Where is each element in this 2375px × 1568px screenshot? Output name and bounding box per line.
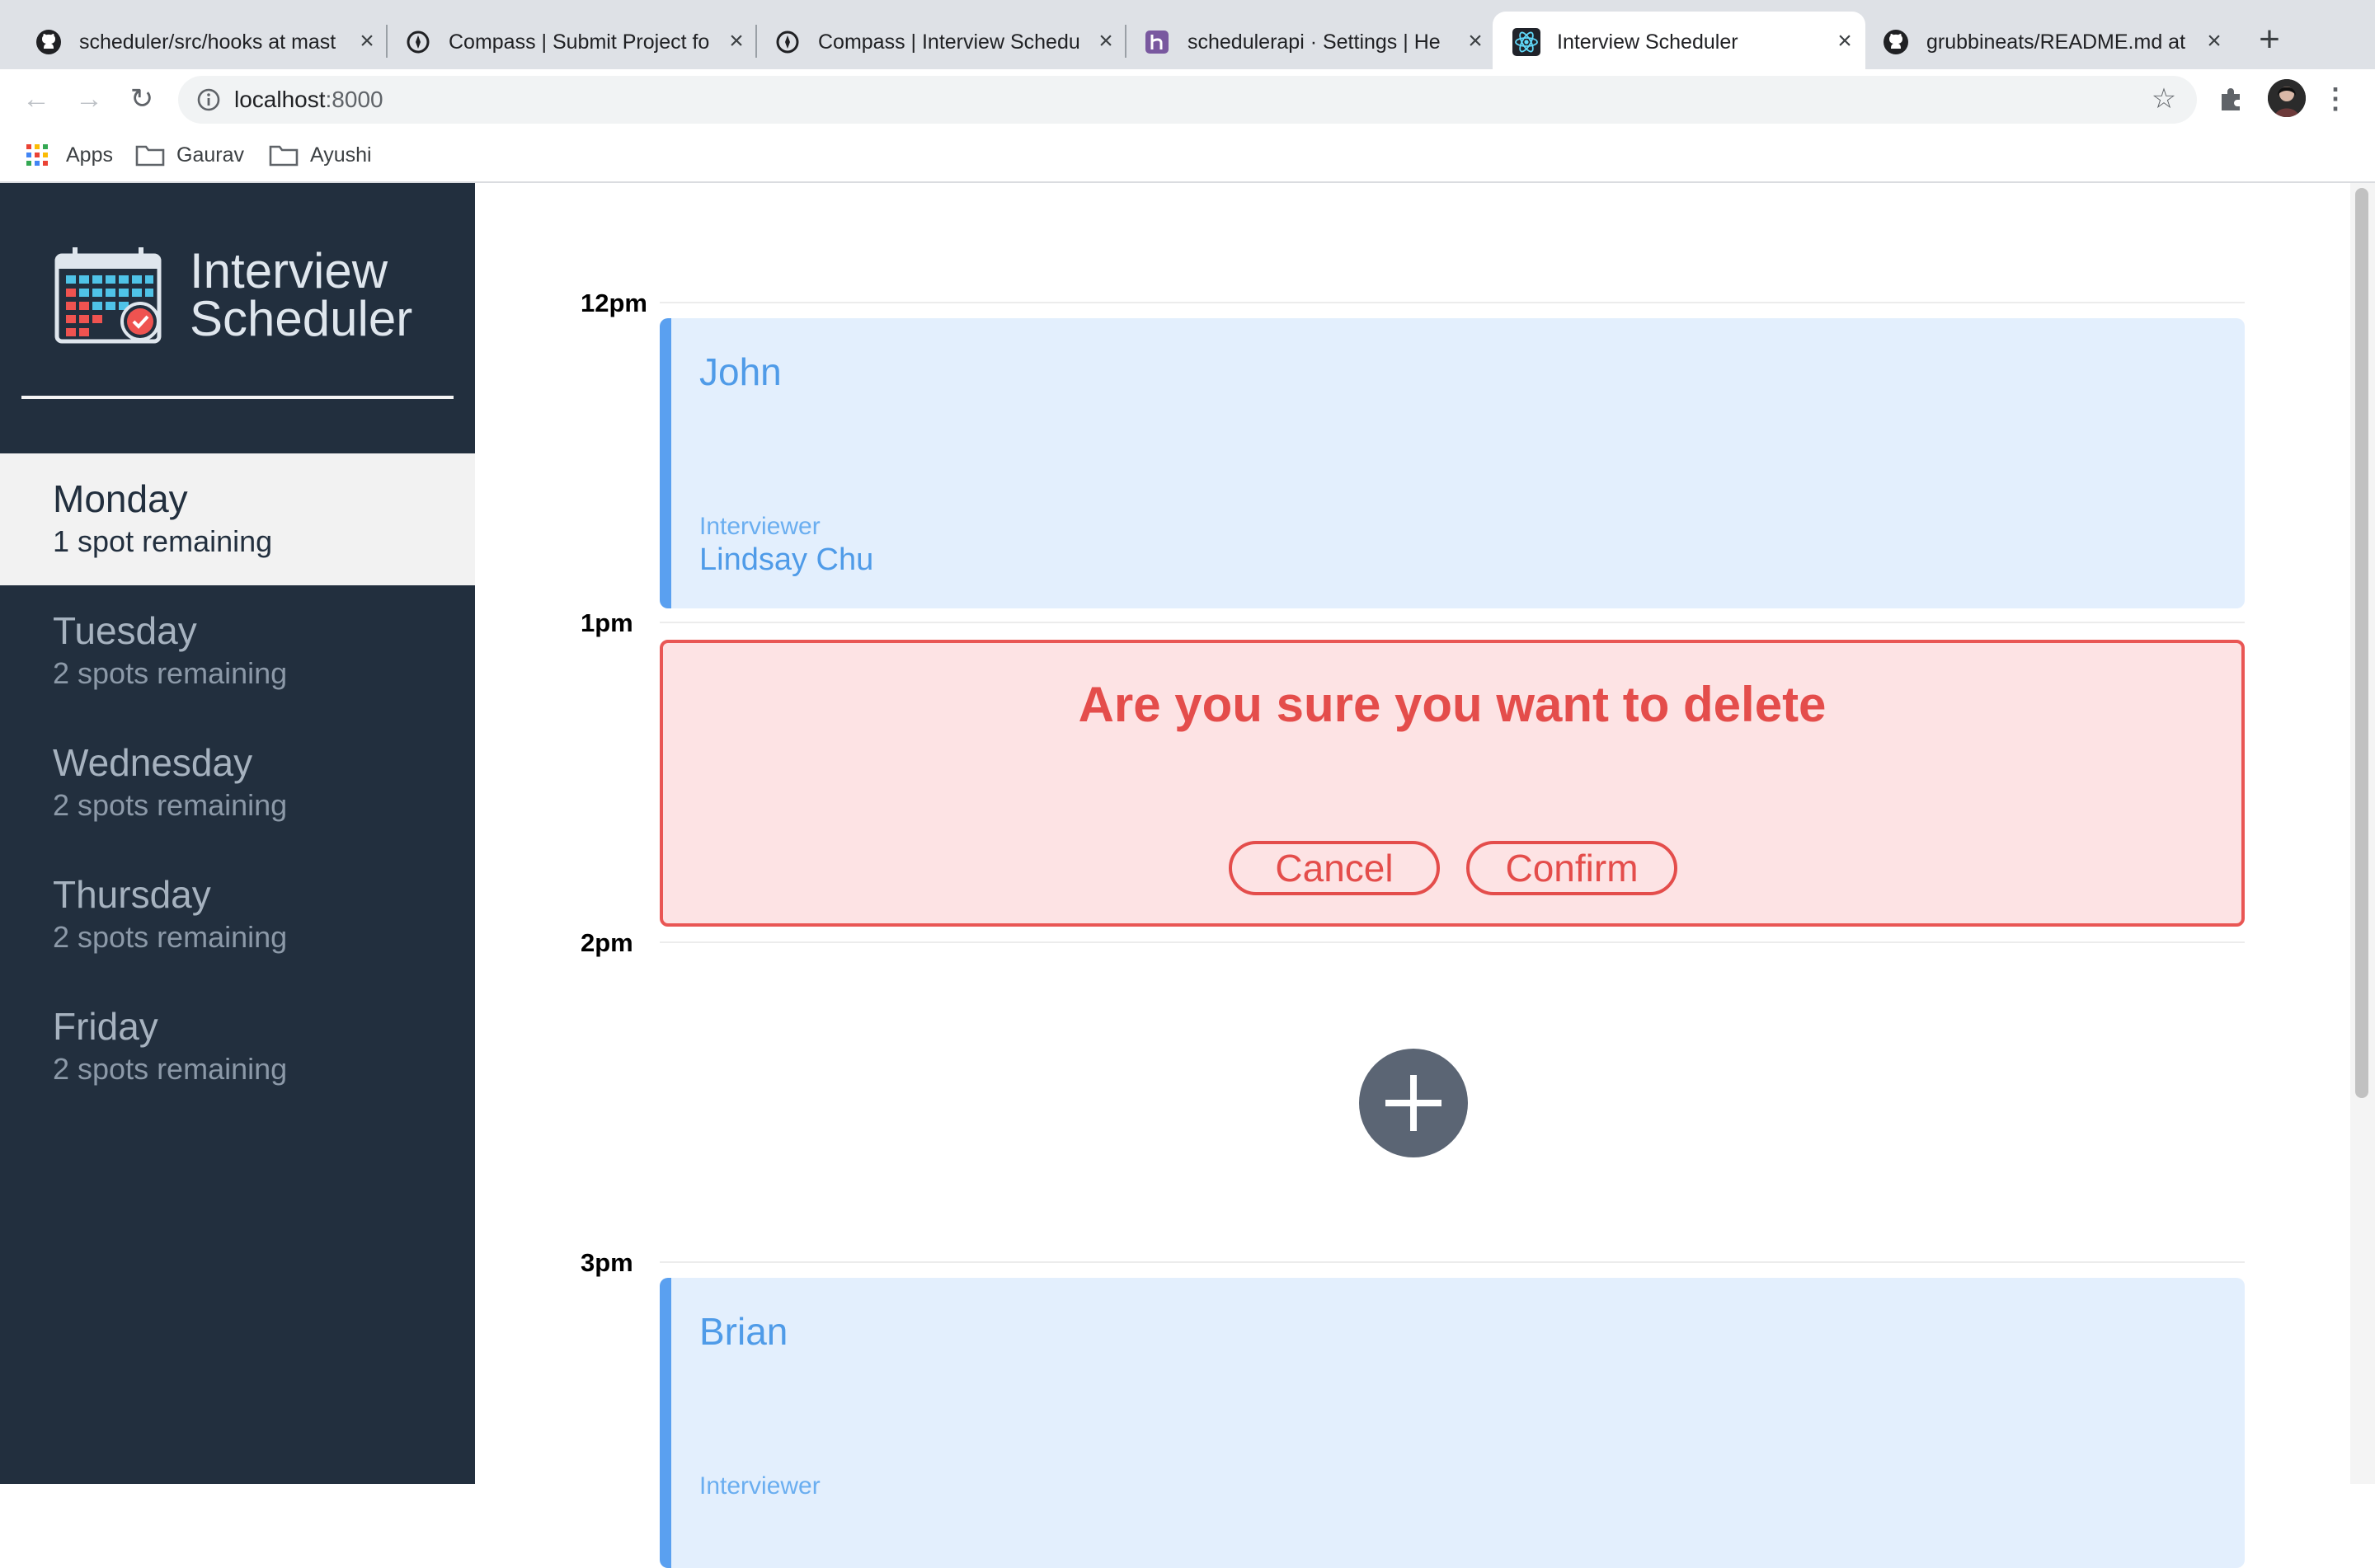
back-arrow-icon[interactable]: ← bbox=[18, 81, 54, 117]
app-title: Interview Scheduler bbox=[190, 243, 413, 346]
appointment-card[interactable]: John Interviewer Lindsay Chu bbox=[660, 318, 2245, 608]
app-title-line1: Interview bbox=[190, 243, 388, 298]
bookmark-star-icon[interactable]: ☆ bbox=[2147, 82, 2180, 115]
day-name: Wednesday bbox=[53, 741, 253, 784]
github-icon bbox=[35, 28, 63, 56]
day-spots: 2 spots remaining bbox=[53, 788, 288, 822]
apps-grid-icon bbox=[25, 143, 54, 167]
day-spots: 2 spots remaining bbox=[53, 656, 288, 690]
bookmark-folder-ayushi[interactable]: Ayushi bbox=[269, 138, 372, 171]
sidebar-divider bbox=[21, 396, 454, 399]
bookmark-folder-gaurav[interactable]: Gaurav bbox=[135, 138, 244, 171]
cancel-button[interactable]: Cancel bbox=[1229, 841, 1440, 895]
add-appointment-button[interactable] bbox=[1359, 1049, 1468, 1157]
tab-title: scheduler/src/hooks at mast bbox=[79, 31, 336, 54]
tab-title: grubbineats/README.md at bbox=[1926, 31, 2186, 54]
bookmark-label: Gaurav bbox=[176, 143, 244, 167]
interviewer-name: Lindsay Chu bbox=[699, 542, 874, 577]
calendar-logo-icon bbox=[54, 246, 163, 346]
slot-divider bbox=[660, 622, 2245, 623]
close-tab-icon[interactable]: × bbox=[1831, 27, 1859, 55]
interviewer-label: Interviewer bbox=[699, 513, 821, 540]
app-title-line2: Scheduler bbox=[190, 291, 413, 346]
student-name: Brian bbox=[699, 1310, 788, 1353]
forward-arrow-icon[interactable]: → bbox=[71, 81, 107, 117]
browser-menu-icon[interactable]: ⋮ bbox=[2319, 82, 2352, 115]
tab-title: Compass | Submit Project fo bbox=[449, 31, 710, 54]
url-host: localhost bbox=[234, 87, 326, 112]
compass-icon bbox=[774, 28, 802, 56]
confirm-message: Are you sure you want to delete bbox=[1078, 677, 1827, 732]
compass-icon bbox=[404, 28, 432, 56]
slot-divider bbox=[660, 941, 2245, 943]
profile-avatar[interactable] bbox=[2268, 79, 2306, 117]
day-item-thursday[interactable]: Thursday 2 spots remaining bbox=[0, 849, 475, 981]
bookmark-label: Ayushi bbox=[310, 143, 372, 167]
folder-icon bbox=[269, 143, 299, 167]
close-tab-icon[interactable]: × bbox=[2200, 27, 2228, 55]
interviewer-label: Interviewer bbox=[699, 1472, 821, 1500]
time-label: 1pm bbox=[581, 608, 633, 637]
new-tab-icon[interactable]: + bbox=[2251, 21, 2288, 58]
site-info-icon[interactable] bbox=[195, 86, 223, 114]
day-name: Thursday bbox=[53, 873, 211, 916]
bookmark-label: Apps bbox=[66, 143, 113, 167]
day-item-tuesday[interactable]: Tuesday 2 spots remaining bbox=[0, 585, 475, 717]
bookmark-apps[interactable]: Apps bbox=[25, 138, 113, 171]
plus-icon bbox=[1385, 1075, 1441, 1131]
tab-title: Compass | Interview Schedu bbox=[818, 31, 1080, 54]
close-tab-icon[interactable]: × bbox=[1461, 27, 1489, 55]
browser-tab[interactable]: Compass | Interview Schedu × bbox=[754, 12, 1126, 69]
slot-divider bbox=[660, 302, 2245, 303]
browser-toolbar: ← → ↻ localhost:8000 ☆ ⋮ bbox=[0, 69, 2375, 129]
github-icon bbox=[1882, 28, 1910, 56]
browser-tab-active[interactable]: Interview Scheduler × bbox=[1493, 12, 1865, 69]
tab-title: Interview Scheduler bbox=[1557, 31, 1738, 54]
react-icon bbox=[1512, 28, 1540, 56]
day-spots: 1 spot remaining bbox=[53, 524, 273, 558]
close-tab-icon[interactable]: × bbox=[353, 27, 381, 55]
folder-icon bbox=[135, 143, 165, 167]
address-bar[interactable]: localhost:8000 ☆ bbox=[178, 76, 2197, 124]
day-item-wednesday[interactable]: Wednesday 2 spots remaining bbox=[0, 717, 475, 849]
time-label: 3pm bbox=[581, 1248, 633, 1277]
browser-tab[interactable]: grubbineats/README.md at × bbox=[1862, 12, 2235, 69]
student-name: John bbox=[699, 350, 782, 393]
day-item-monday[interactable]: Monday 1 spot remaining bbox=[0, 453, 475, 585]
browser-tab[interactable]: Compass | Submit Project fo × bbox=[384, 12, 757, 69]
day-name: Friday bbox=[53, 1005, 158, 1048]
scrollbar-thumb[interactable] bbox=[2355, 188, 2368, 1098]
bookmarks-bar: Apps Gaurav Ayushi bbox=[0, 129, 2375, 183]
browser-tab[interactable]: scheduler/src/hooks at mast × bbox=[15, 12, 388, 69]
day-name: Monday bbox=[53, 477, 188, 520]
sidebar: Interview Scheduler Monday 1 spot remain… bbox=[0, 183, 475, 1484]
delete-confirmation: Are you sure you want to delete Cancel C… bbox=[660, 640, 2245, 927]
close-tab-icon[interactable]: × bbox=[1092, 27, 1120, 55]
brand: Interview Scheduler bbox=[54, 242, 450, 350]
day-spots: 2 spots remaining bbox=[53, 1052, 288, 1086]
time-label: 12pm bbox=[581, 289, 647, 317]
heroku-icon bbox=[1143, 28, 1171, 56]
day-name: Tuesday bbox=[53, 609, 197, 652]
url-port: :8000 bbox=[325, 87, 383, 112]
browser-tab-strip: scheduler/src/hooks at mast × Compass | … bbox=[0, 0, 2375, 69]
time-label: 2pm bbox=[581, 928, 633, 957]
tab-title: schedulerapi · Settings | He bbox=[1188, 31, 1441, 54]
close-tab-icon[interactable]: × bbox=[722, 27, 750, 55]
extensions-puzzle-icon[interactable] bbox=[2215, 82, 2248, 115]
appointment-card[interactable]: Brian Interviewer bbox=[660, 1278, 2245, 1568]
browser-tab[interactable]: schedulerapi · Settings | He × bbox=[1123, 12, 1496, 69]
confirm-button[interactable]: Confirm bbox=[1466, 841, 1677, 895]
day-item-friday[interactable]: Friday 2 spots remaining bbox=[0, 981, 475, 1113]
url-text: localhost:8000 bbox=[234, 84, 383, 115]
day-spots: 2 spots remaining bbox=[53, 920, 288, 954]
slot-divider bbox=[660, 1261, 2245, 1263]
reload-icon[interactable]: ↻ bbox=[124, 81, 160, 117]
